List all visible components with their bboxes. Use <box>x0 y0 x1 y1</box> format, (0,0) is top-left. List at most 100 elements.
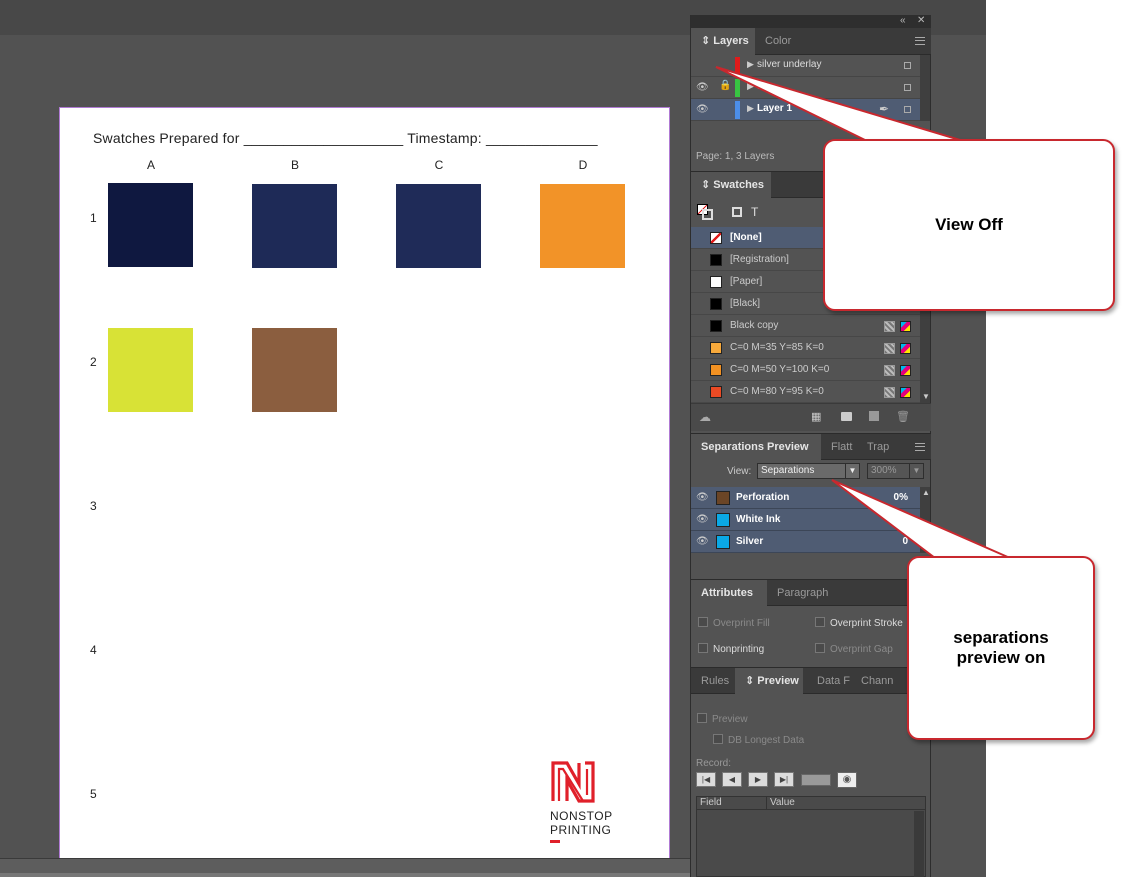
column-label-c: C <box>434 158 444 172</box>
expand-triangle-icon[interactable]: ▶ <box>747 59 754 70</box>
next-record-button[interactable]: ▶ <box>748 772 768 787</box>
swatch-item-black-copy[interactable]: Black copy <box>691 315 920 337</box>
cloud-icon[interactable]: ☁ <box>699 410 711 424</box>
close-icon[interactable]: ✕ <box>917 15 925 26</box>
preview-checkbox[interactable]: Preview <box>697 713 748 725</box>
layer-color-bar <box>735 79 740 97</box>
layer-color-bar <box>735 57 740 75</box>
layer-name: Layer 1 <box>757 103 793 114</box>
spot-color-icon <box>884 387 895 398</box>
attributes-tabbar: Attributes Paragraph <box>691 579 931 607</box>
table-scrollbar[interactable] <box>914 811 924 877</box>
expand-triangle-icon[interactable]: ▶ <box>747 103 754 114</box>
eye-icon[interactable]: 👁 <box>696 492 709 503</box>
tab-separations-preview[interactable]: Separations Preview <box>691 434 821 461</box>
text-mode-icon[interactable]: T <box>751 205 758 219</box>
tab-preview[interactable]: ⇕ Preview <box>735 668 803 695</box>
swatch-d1[interactable] <box>540 184 625 268</box>
tab-attributes[interactable]: Attributes <box>691 580 767 607</box>
ink-row-white-ink[interactable]: 👁 White Ink <box>691 509 920 531</box>
ink-row-silver[interactable]: 👁 Silver 0 <box>691 531 920 553</box>
swatch-chip <box>710 276 722 288</box>
eye-icon[interactable]: 👁 <box>696 82 709 93</box>
ink-chip <box>716 535 730 549</box>
eye-icon[interactable]: 👁 <box>696 536 709 547</box>
swatch-item-cmyk-3[interactable]: C=0 M=80 Y=95 K=0 <box>691 381 920 403</box>
db-longest-data-checkbox[interactable]: DB Longest Data <box>713 734 804 746</box>
layers-scrollbar[interactable] <box>920 55 930 121</box>
nonprinting-checkbox[interactable]: Nonprinting <box>698 643 764 655</box>
show-swatches-icon[interactable]: ▦ <box>811 410 821 423</box>
swatch-a1[interactable] <box>108 183 193 267</box>
swatch-item-cmyk-1[interactable]: C=0 M=35 Y=85 K=0 <box>691 337 920 359</box>
panel-menu-icon[interactable] <box>915 37 925 45</box>
row-label-2: 2 <box>90 355 97 369</box>
layers-tabbar: ⇕ Layers Color <box>691 28 931 55</box>
tab-layers[interactable]: ⇕ Layers <box>691 28 755 55</box>
fill-stroke-icon[interactable] <box>697 204 713 220</box>
tab-trap[interactable]: Trap <box>857 434 899 461</box>
overprint-gap-checkbox[interactable]: Overprint Gap <box>815 643 893 655</box>
tab-rules[interactable]: Rules <box>691 668 739 695</box>
spot-color-icon <box>884 321 895 332</box>
spot-color-icon <box>884 365 895 376</box>
horizontal-scrollbar[interactable] <box>0 858 692 877</box>
layer-target-icon[interactable] <box>904 106 911 113</box>
cmyk-icon <box>900 387 911 398</box>
record-number-field[interactable] <box>801 774 831 786</box>
eye-icon[interactable]: 👁 <box>696 514 709 525</box>
collapse-icon[interactable]: « <box>900 15 906 26</box>
cmyk-icon <box>900 365 911 376</box>
layer-row-2[interactable]: 👁 🔒 ▶ ... <box>691 77 920 99</box>
target-icon[interactable]: ◉ <box>837 772 857 788</box>
layer-color-bar <box>735 101 740 119</box>
zoom-dropdown[interactable]: 300% ▼ <box>867 463 924 479</box>
chevron-down-icon: ▼ <box>909 464 923 478</box>
tab-channels[interactable]: Chann <box>851 668 903 695</box>
layers-footer: Page: 1, 3 Layers <box>696 151 775 162</box>
folder-icon[interactable] <box>841 412 852 421</box>
tab-sort-icon: ⇕ <box>701 35 711 47</box>
swatch-a2[interactable] <box>108 328 193 412</box>
layer-target-icon[interactable] <box>904 62 911 69</box>
overprint-fill-checkbox[interactable]: Overprint Fill <box>698 617 770 629</box>
previous-record-button[interactable]: ◀ <box>722 772 742 787</box>
new-swatch-icon[interactable] <box>869 411 879 421</box>
expand-triangle-icon[interactable]: ▶ <box>747 81 754 92</box>
view-dropdown[interactable]: Separations ▼ <box>757 463 860 479</box>
column-label-b: B <box>290 158 299 172</box>
swatch-item-cmyk-2[interactable]: C=0 M=50 Y=100 K=0 <box>691 359 920 381</box>
panel-menu-icon[interactable] <box>915 443 925 451</box>
swatch-chip <box>710 342 722 354</box>
value-column-header: Value <box>767 797 926 810</box>
layer-row-silver-underlay[interactable]: ▶ silver underlay <box>691 55 920 77</box>
tab-swatches[interactable]: ⇕ Swatches <box>691 172 771 199</box>
container-icon[interactable] <box>732 207 742 217</box>
layer-target-icon[interactable] <box>904 84 911 91</box>
cmyk-icon <box>900 321 911 332</box>
swatch-chip <box>710 364 722 376</box>
swatch-b1[interactable] <box>252 184 337 268</box>
view-label: View: <box>727 466 752 477</box>
swatch-c1[interactable] <box>396 184 481 268</box>
column-label-a: A <box>146 158 155 172</box>
first-record-button[interactable]: |◀ <box>696 772 716 787</box>
pen-icon: ✒ <box>879 102 890 116</box>
last-record-button[interactable]: ▶| <box>774 772 794 787</box>
layer-name: ... <box>757 81 766 92</box>
cmyk-icon <box>900 343 911 354</box>
trash-icon[interactable]: 🗑 <box>896 410 910 423</box>
panel-dock-titlebar: « ✕ <box>691 15 931 28</box>
overprint-stroke-checkbox[interactable]: Overprint Stroke <box>815 617 903 629</box>
tab-paragraph[interactable]: Paragraph <box>767 580 838 607</box>
document-page[interactable]: Swatches Prepared for __________________… <box>59 107 670 858</box>
ink-row-perforation[interactable]: 👁 Perforation 0% <box>691 487 920 509</box>
tab-color[interactable]: Color <box>755 28 801 55</box>
lock-icon[interactable]: 🔒 <box>719 80 731 91</box>
field-value-table: Field Value <box>696 796 926 877</box>
separations-scrollbar[interactable]: ▲ <box>920 487 930 553</box>
row-label-3: 3 <box>90 499 97 513</box>
layer-row-layer-1[interactable]: 👁 ▶ Layer 1 ✒ <box>691 99 920 121</box>
eye-icon[interactable]: 👁 <box>696 104 709 115</box>
swatch-b2[interactable] <box>252 328 337 412</box>
